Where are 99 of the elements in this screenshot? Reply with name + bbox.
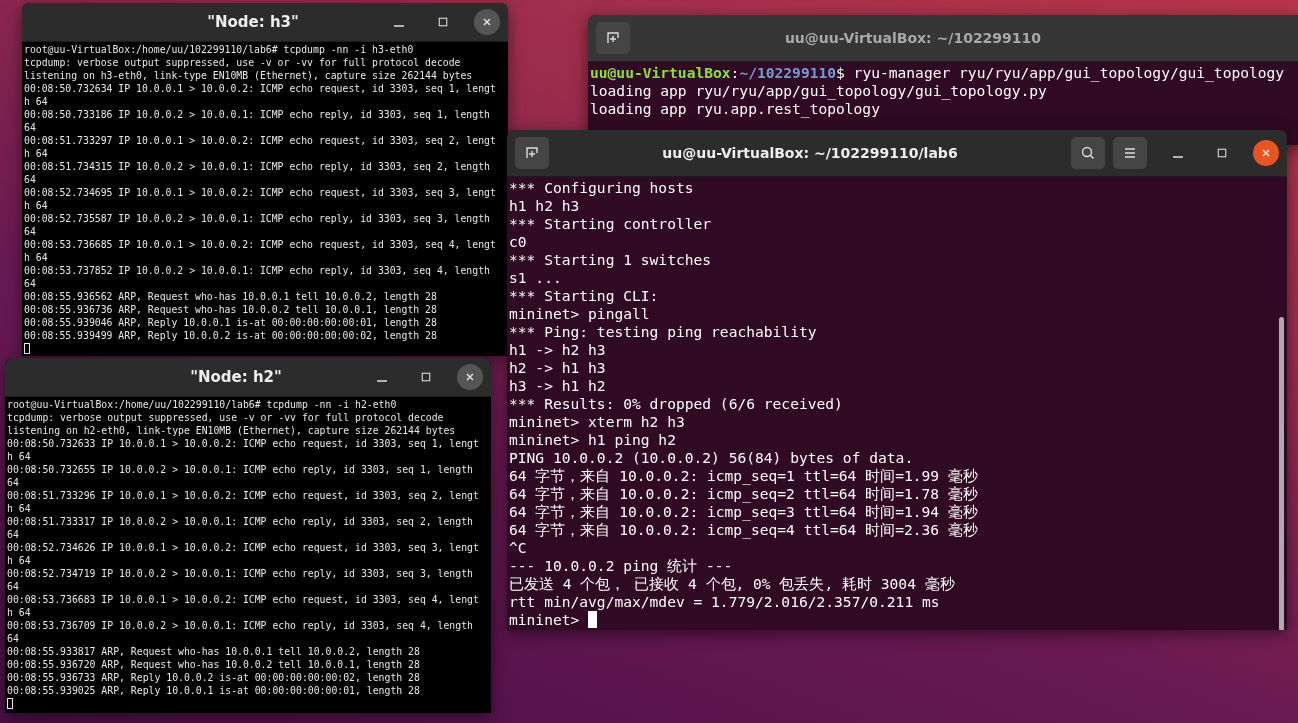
terminal-line: tcpdump: verbose output suppressed, use -v or -vv for full protocol decode (7, 411, 445, 424)
terminal-line: h 64 (7, 502, 32, 515)
terminal-line: 00:08:55.939046 ARP, Reply 10.0.0.1 is-at 00:00:00:00:00:01, length 28 (24, 316, 438, 329)
terminal-line: *** Starting 1 switches (509, 251, 713, 269)
terminal-line: *** Starting controller (509, 215, 713, 233)
terminal-line: 00:08:52.734695 IP 10.0.0.1 > 10.0.0.2: ICMP echo request, id 3303, seq 3, lengt (24, 186, 497, 199)
terminal-line: 00:08:50.733186 IP 10.0.0.2 > 10.0.0.1: ICMP echo reply, id 3303, seq 1, length (24, 108, 491, 121)
terminal-line: 00:08:55.939499 ARP, Reply 10.0.0.2 is-at 00:00:00:00:00:02, length 28 (24, 329, 438, 342)
terminal-line: 00:08:55.936733 ARP, Reply 10.0.0.2 is-at 00:00:00:00:00:02, length 28 (7, 671, 421, 684)
minimize-icon (1173, 156, 1183, 158)
terminal-line: h 64 (7, 554, 32, 567)
terminal-line: *** Results: 0% dropped (6/6 received) (509, 395, 844, 413)
terminal-line: 64 (24, 173, 37, 186)
window-title: "Node: h2" (189, 368, 283, 386)
terminal-line: listening on h3-eth0, link-type EN10MB (Ethernet), capture size 262144 bytes (24, 69, 474, 82)
minimize-icon (377, 380, 387, 382)
terminal-line: h1 -> h2 h3 (509, 341, 607, 359)
window-title: uu@uu-VirtualBox: ~/102299110/lab6 (661, 145, 959, 161)
terminal-line: 00:08:50.732655 IP 10.0.0.2 > 10.0.0.1: ICMP echo reply, id 3303, seq 1, length (7, 463, 474, 476)
minimize-icon (394, 25, 404, 27)
search-button[interactable] (1071, 137, 1105, 169)
new-tab-button[interactable] (515, 137, 549, 169)
terminal-line: 00:08:51.733296 IP 10.0.0.1 > 10.0.0.2: ICMP echo request, id 3303, seq 2, lengt (7, 489, 480, 502)
terminal-line: 00:08:55.939025 ARP, Reply 10.0.0.1 is-at 00:00:00:00:00:01, length 28 (7, 684, 421, 697)
terminal-line: 00:08:51.734315 IP 10.0.0.2 > 10.0.0.1: ICMP echo reply, id 3303, seq 2, length (24, 160, 491, 173)
terminal-line: uu@uu-VirtualBox:~/102299110$ ryu-manager ryu/ryu/app/gui_topology/gui_topology (590, 64, 1286, 82)
terminal-line: h 64 (24, 147, 49, 160)
terminal-line: 00:08:55.933817 ARP, Request who-has 10.0.0.1 tell 10.0.0.2, length 28 (7, 645, 421, 658)
new-tab-icon (524, 145, 540, 161)
terminal-line: 64 字节，来自 10.0.0.2: icmp_seq=4 ttl=64 时间=2.36 毫秒 (509, 521, 979, 539)
terminal-line: 64 (7, 476, 20, 489)
search-icon (1080, 145, 1096, 161)
terminal-line: 00:08:53.736709 IP 10.0.0.2 > 10.0.0.1: ICMP echo reply, id 3303, seq 4, length (7, 619, 474, 632)
terminal-line: tcpdump: verbose output suppressed, use -v or -vv for full protocol decode (24, 56, 462, 69)
terminal-line: 64 字节，来自 10.0.0.2: icmp_seq=1 ttl=64 时间=1.99 毫秒 (509, 467, 979, 485)
terminal-line: mininet> pingall (509, 305, 651, 323)
close-button[interactable] (457, 364, 483, 390)
close-button[interactable] (474, 9, 500, 35)
terminal-line: 64 (7, 580, 20, 593)
terminal-line: PING 10.0.0.2 (10.0.0.2) 56(84) bytes of data. (509, 449, 915, 467)
terminal-line: 64 (7, 528, 20, 541)
terminal-line: 00:08:55.936736 ARP, Request who-has 10.0.0.2 tell 10.0.0.1, length 28 (24, 303, 438, 316)
terminal-line: loading app ryu.app.rest_topology (590, 100, 881, 118)
terminal-line: 00:08:52.734626 IP 10.0.0.1 > 10.0.0.2: ICMP echo request, id 3303, seq 3, lengt (7, 541, 480, 554)
terminal-line: 64 字节，来自 10.0.0.2: icmp_seq=3 ttl=64 时间=1.94 毫秒 (509, 503, 979, 521)
terminal-line: h3 -> h1 h2 (509, 377, 607, 395)
new-tab-button[interactable] (596, 22, 630, 54)
terminal-line: 64 (7, 632, 20, 645)
terminal-line: 00:08:53.736685 IP 10.0.0.1 > 10.0.0.2: ICMP echo request, id 3303, seq 4, lengt (24, 238, 497, 251)
terminal-line: 64 (24, 277, 37, 290)
menu-icon (1122, 145, 1138, 161)
terminal-line: 00:08:52.734719 IP 10.0.0.2 > 10.0.0.1: ICMP echo reply, id 3303, seq 3, length (7, 567, 474, 580)
terminal-line: c0 (509, 233, 528, 251)
terminal-line: 64 (24, 121, 37, 134)
terminal-line: root@uu-VirtualBox:/home/uu/102299110/lab6# tcpdump -nn -i h2-eth0 (7, 398, 398, 411)
terminal-line: mininet> h1 ping h2 (509, 431, 677, 449)
terminal-line: 00:08:51.733317 IP 10.0.0.2 > 10.0.0.1: ICMP echo reply, id 3303, seq 2, length (7, 515, 474, 528)
terminal-line: h2 -> h1 h3 (509, 359, 607, 377)
terminal-line: 00:08:51.733297 IP 10.0.0.1 > 10.0.0.2: ICMP echo request, id 3303, seq 2, lengt (24, 134, 497, 147)
terminal-line: 已发送 4 个包， 已接收 4 个包, 0% 包丢失, 耗时 3004 毫秒 (509, 575, 956, 593)
close-icon (481, 16, 493, 28)
terminal-line: h 64 (7, 450, 32, 463)
terminal-line: 64 (24, 225, 37, 238)
terminal-line: rtt min/avg/max/mdev = 1.779/2.016/2.357/0.211 ms (509, 593, 941, 611)
scrollbar[interactable] (1279, 317, 1284, 630)
close-button[interactable] (1253, 140, 1279, 166)
terminal-line: loading app ryu/ryu/app/gui_topology/gui_topology.py (590, 82, 1048, 100)
terminal-line: listening on h2-eth0, link-type EN10MB (Ethernet), capture size 262144 bytes (7, 424, 457, 437)
maximize-icon (420, 371, 432, 383)
terminal-line: 00:08:50.732633 IP 10.0.0.1 > 10.0.0.2: ICMP echo request, id 3303, seq 1, lengt (7, 437, 480, 450)
terminal-line: h 64 (24, 251, 49, 264)
terminal-line: ^C (509, 539, 528, 557)
terminal-line: root@uu-VirtualBox:/home/uu/102299110/lab6# tcpdump -nn -i h3-eth0 (24, 43, 415, 56)
terminal-line: 00:08:53.737852 IP 10.0.0.2 > 10.0.0.1: ICMP echo reply, id 3303, seq 4, length (24, 264, 491, 277)
terminal-line: s1 ... (509, 269, 563, 287)
new-tab-icon (605, 30, 621, 46)
terminal-line: 00:08:55.936562 ARP, Request who-has 10.0.0.1 tell 10.0.0.2, length 28 (24, 290, 438, 303)
window-title: uu@uu-VirtualBox: ~/102299110 (783, 30, 1043, 46)
terminal-line: h 64 (7, 606, 32, 619)
terminal-line: 64 字节，来自 10.0.0.2: icmp_seq=2 ttl=64 时间=1.78 毫秒 (509, 485, 979, 503)
maximize-icon (1216, 147, 1228, 159)
maximize-icon (437, 16, 449, 28)
menu-button[interactable] (1113, 137, 1147, 169)
terminal-line: 00:08:55.936720 ARP, Request who-has 10.0.0.2 tell 10.0.0.1, length 28 (7, 658, 421, 671)
terminal-line: h 64 (24, 199, 49, 212)
terminal-line: *** Ping: testing ping reachability (509, 323, 818, 341)
terminal-line: 00:08:52.735587 IP 10.0.0.2 > 10.0.0.1: ICMP echo reply, id 3303, seq 3, length (24, 212, 491, 225)
close-icon (1260, 147, 1272, 159)
terminal-line: h1 h2 h3 (509, 197, 581, 215)
close-icon (464, 371, 476, 383)
terminal-line: mininet> xterm h2 h3 (509, 413, 686, 431)
terminal-line: *** Configuring hosts (509, 179, 695, 197)
terminal-line: mininet> (509, 611, 581, 629)
terminal-line: h 64 (24, 95, 49, 108)
terminal-line: *** Starting CLI: (509, 287, 660, 305)
terminal-line: --- 10.0.0.2 ping 统计 --- (509, 557, 734, 575)
terminal-line: 00:08:50.732634 IP 10.0.0.1 > 10.0.0.2: ICMP echo request, id 3303, seq 1, lengt (24, 82, 497, 95)
window-title: "Node: h3" (206, 13, 300, 31)
terminal-line: 00:08:53.736683 IP 10.0.0.1 > 10.0.0.2: ICMP echo request, id 3303, seq 4, lengt (7, 593, 480, 606)
